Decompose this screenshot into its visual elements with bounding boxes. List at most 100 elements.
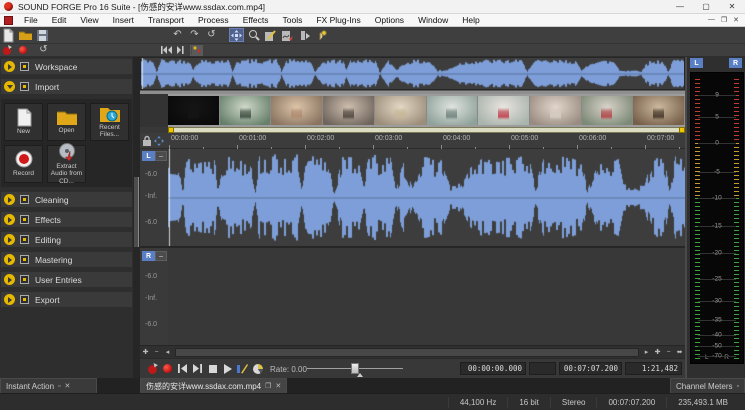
- level-meter[interactable]: L R 950-5-10-15-20-25-30-35-40-50-70: [690, 72, 744, 364]
- right-channel-minimize-button[interactable]: −: [155, 251, 167, 261]
- event-tool-icon[interactable]: [297, 28, 312, 42]
- record-button[interactable]: [161, 362, 174, 375]
- minimize-button[interactable]: —: [667, 0, 693, 13]
- child-close-button[interactable]: ✕: [733, 16, 739, 24]
- menu-window[interactable]: Window: [411, 14, 455, 26]
- loop-mode-button[interactable]: [251, 362, 264, 375]
- undo-button[interactable]: ↶: [170, 28, 185, 42]
- restore-icon[interactable]: ❐: [265, 382, 271, 390]
- close-icon[interactable]: ✕: [65, 382, 71, 390]
- touch-tool-icon[interactable]: [314, 28, 329, 42]
- expand-icon[interactable]: [4, 214, 15, 225]
- scroll-right-icon[interactable]: ▸: [641, 347, 652, 358]
- go-to-start-icon[interactable]: [160, 45, 173, 56]
- sidebar-section-user-entries[interactable]: User Entries: [1, 272, 132, 287]
- go-to-end-icon[interactable]: [175, 45, 188, 56]
- menu-transport[interactable]: Transport: [141, 14, 191, 26]
- action-record[interactable]: Record: [4, 145, 43, 183]
- expand-icon[interactable]: [4, 294, 15, 305]
- magnify-tool-icon[interactable]: [246, 28, 261, 42]
- menu-insert[interactable]: Insert: [106, 14, 141, 26]
- sample-count-field[interactable]: 1:21,482: [625, 362, 682, 375]
- tab-document[interactable]: 伤感的安详www.ssdax.com.mp4 ❐ ✕: [140, 378, 287, 393]
- sidebar-section-import[interactable]: Import: [1, 79, 132, 94]
- time-ruler[interactable]: 00:00:0000:01:0000:02:0000:03:0000:04:00…: [140, 133, 685, 149]
- menu-options[interactable]: Options: [368, 14, 411, 26]
- sidebar-section-cleaning[interactable]: Cleaning: [1, 192, 132, 207]
- scroll-left-icon[interactable]: ◂: [162, 347, 173, 358]
- next-button[interactable]: [191, 362, 204, 375]
- menu-view[interactable]: View: [73, 14, 105, 26]
- action-open[interactable]: Open: [47, 103, 86, 141]
- tab-instant-action[interactable]: Instant Action ▫ ✕: [0, 378, 97, 393]
- meter-left-button[interactable]: L: [690, 58, 703, 68]
- action-extract-audio-from-cd[interactable]: Extract Audio from CD...: [47, 145, 86, 183]
- sidebar-scrollbar[interactable]: [133, 57, 140, 378]
- sidebar-section-mastering[interactable]: Mastering: [1, 252, 132, 267]
- new-file-button[interactable]: [1, 28, 16, 42]
- record-remote-icon[interactable]: [1, 45, 14, 56]
- repeat-button[interactable]: ↺: [204, 28, 219, 42]
- normal-edit-tool-icon[interactable]: [229, 28, 244, 42]
- close-icon[interactable]: ✕: [275, 382, 281, 390]
- scrollbar-thumb[interactable]: [175, 348, 639, 357]
- collapse-icon[interactable]: [4, 81, 15, 92]
- previous-button[interactable]: [176, 362, 189, 375]
- menu-effects[interactable]: Effects: [236, 14, 276, 26]
- zoom-in-icon[interactable]: ✚: [140, 347, 151, 358]
- menu-tools[interactable]: Tools: [276, 14, 310, 26]
- open-file-button[interactable]: [18, 28, 33, 42]
- left-channel-minimize-button[interactable]: −: [155, 151, 167, 161]
- tab-channel-meters[interactable]: Channel Meters ▫: [670, 378, 745, 393]
- expand-icon[interactable]: [4, 61, 15, 72]
- record-remote-button[interactable]: [146, 362, 159, 375]
- rate-slider[interactable]: [307, 362, 403, 375]
- menu-edit[interactable]: Edit: [45, 14, 74, 26]
- maximize-button[interactable]: ▢: [693, 0, 719, 13]
- envelope-tool-icon[interactable]: [280, 28, 295, 42]
- plugin-chain-icon[interactable]: [190, 45, 203, 56]
- expand-icon[interactable]: [4, 254, 15, 265]
- expand-icon[interactable]: [4, 274, 15, 285]
- lock-icon[interactable]: [143, 136, 151, 146]
- zoom-out-icon[interactable]: −: [151, 347, 162, 358]
- action-recent-files[interactable]: Recent Files...: [90, 103, 129, 141]
- action-new[interactable]: New: [4, 103, 43, 141]
- expand-icon[interactable]: [4, 234, 15, 245]
- right-channel-button[interactable]: R: [142, 251, 155, 261]
- end-time-field[interactable]: 00:07:07.200: [559, 362, 622, 375]
- selection-time-field[interactable]: [529, 362, 556, 375]
- pencil-tool-icon[interactable]: [263, 28, 278, 42]
- overview-waveform[interactable]: [140, 57, 685, 90]
- save-button[interactable]: [35, 28, 50, 42]
- status-field: 235,493.1 MB: [666, 397, 739, 408]
- child-restore-button[interactable]: ❐: [721, 16, 727, 24]
- horizontal-scrollbar[interactable]: ✚ − ◂ ▸ ✚ − ⬌: [140, 345, 685, 358]
- redo-button[interactable]: ↷: [187, 28, 202, 42]
- pin-icon[interactable]: ▫: [737, 383, 739, 390]
- menu-file[interactable]: File: [17, 14, 45, 26]
- pin-icon[interactable]: ▫: [58, 383, 60, 390]
- pan-icon[interactable]: [154, 136, 164, 146]
- record-icon[interactable]: [16, 45, 29, 56]
- stop-button[interactable]: [206, 362, 219, 375]
- zoom-fit-icon[interactable]: ⬌: [674, 347, 685, 358]
- sidebar-section-export[interactable]: Export: [1, 292, 132, 307]
- zoom-out-time-icon[interactable]: −: [663, 347, 674, 358]
- sidebar-section-effects[interactable]: Effects: [1, 212, 132, 227]
- right-channel-waveform[interactable]: [168, 149, 685, 246]
- loop-playback-icon[interactable]: ↺: [37, 45, 50, 56]
- menu-process[interactable]: Process: [191, 14, 236, 26]
- left-channel-button[interactable]: L: [142, 151, 155, 161]
- sidebar-section-workspace[interactable]: Workspace: [1, 59, 132, 74]
- child-minimize-button[interactable]: —: [708, 16, 715, 24]
- close-button[interactable]: ✕: [719, 0, 745, 13]
- menu-help[interactable]: Help: [455, 14, 486, 26]
- expand-icon[interactable]: [4, 194, 15, 205]
- zoom-in-time-icon[interactable]: ✚: [652, 347, 663, 358]
- sidebar-section-editing[interactable]: Editing: [1, 232, 132, 247]
- meter-right-button[interactable]: R: [729, 58, 742, 68]
- play-button[interactable]: [221, 362, 234, 375]
- cursor-time-field[interactable]: 00:00:00.000: [460, 362, 526, 375]
- menu-fx-plug-ins[interactable]: FX Plug-Ins: [309, 14, 367, 26]
